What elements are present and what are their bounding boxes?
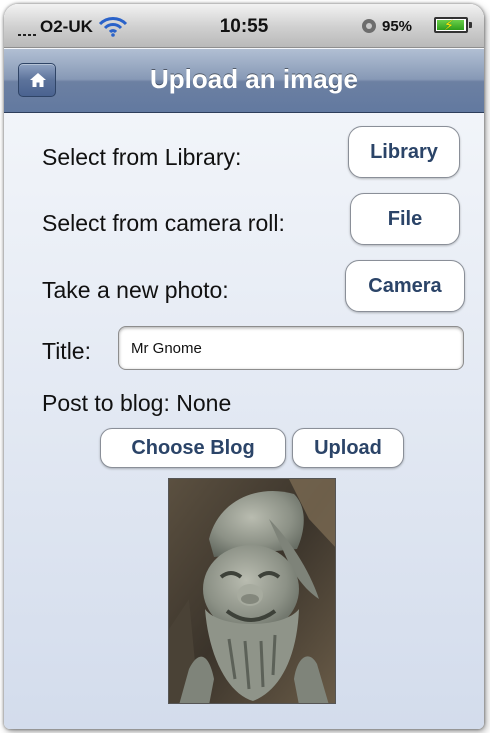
title-input[interactable] — [118, 326, 464, 370]
post-to-blog-caption: Post to blog: — [42, 390, 170, 416]
title-label: Title: — [42, 338, 91, 364]
page-title: Upload an image — [149, 64, 359, 94]
phone-screen: O2-UK 10:55 95% ⚡ Upload an image Select… — [4, 4, 484, 729]
image-preview — [168, 478, 336, 704]
home-button[interactable] — [18, 63, 56, 97]
camera-button[interactable]: Camera — [345, 260, 465, 312]
camera-roll-label: Select from camera roll: — [42, 210, 285, 236]
home-icon — [30, 73, 46, 87]
battery-charging-icon: ⚡ — [434, 17, 472, 33]
rotation-lock-icon — [362, 19, 376, 33]
post-to-blog-value: None — [176, 390, 232, 416]
choose-blog-button[interactable]: Choose Blog — [100, 428, 286, 468]
upload-button[interactable]: Upload — [292, 428, 404, 468]
gnome-photo — [169, 479, 335, 703]
charging-bolt-icon: ⚡ — [444, 17, 454, 33]
new-photo-label: Take a new photo: — [42, 277, 229, 303]
battery-percent: 95% — [382, 18, 413, 35]
post-to-blog-label: Post to blog: None — [42, 390, 231, 417]
library-button[interactable]: Library — [348, 126, 460, 178]
navigation-bar: Upload an image — [4, 49, 484, 113]
file-button[interactable]: File — [350, 193, 460, 245]
status-bar: O2-UK 10:55 95% ⚡ — [4, 4, 484, 48]
library-label: Select from Library: — [42, 144, 242, 170]
